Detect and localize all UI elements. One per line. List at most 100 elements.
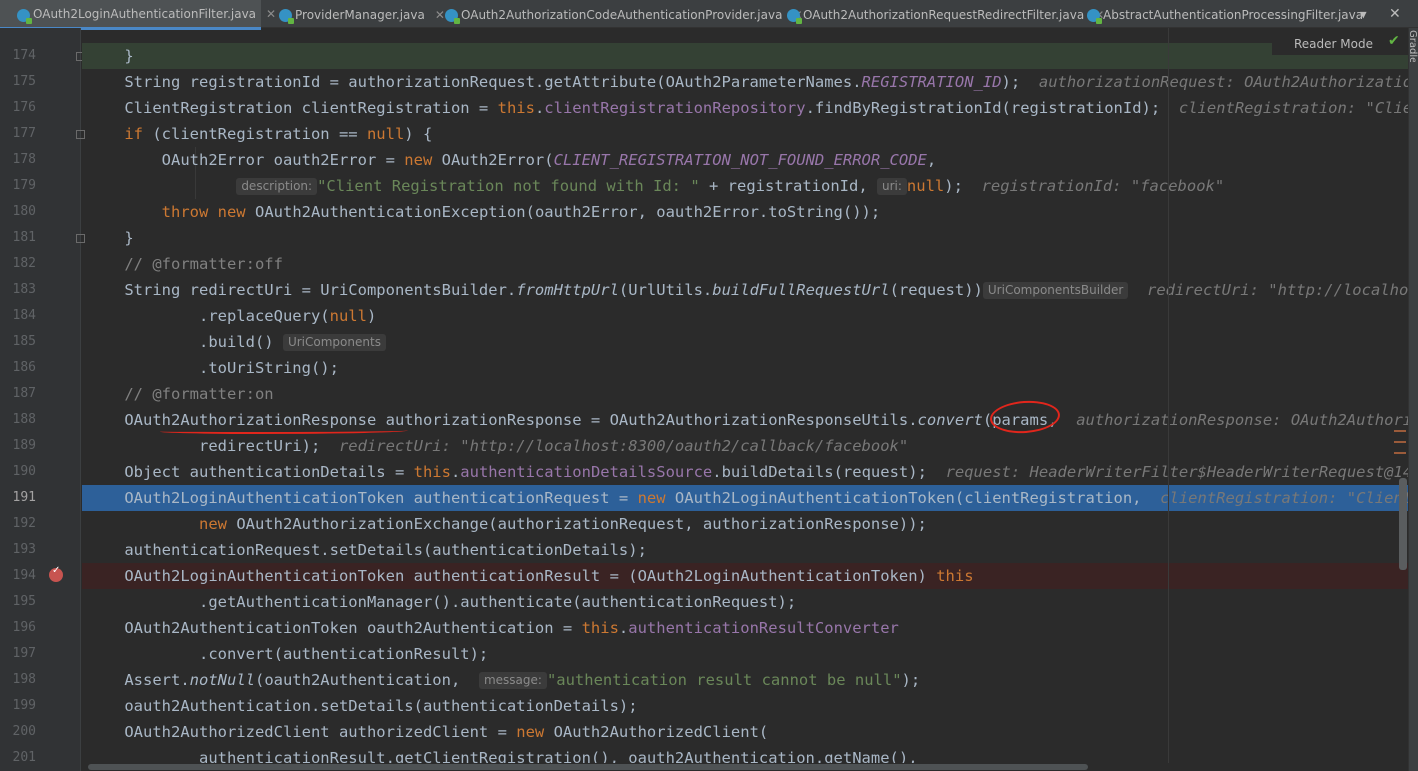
code-line-198[interactable]: Assert.notNull(oauth2Authentication, mes… — [87, 667, 920, 693]
gradle-tool-window-label[interactable]: Gradle — [1407, 30, 1418, 62]
stripe-mark[interactable] — [1394, 452, 1406, 454]
breakpoint-icon[interactable] — [49, 565, 63, 582]
code-token: (oauth2Authentication, — [254, 671, 479, 689]
code-token: // @formatter:off — [124, 255, 283, 273]
line-number[interactable]: 191 — [0, 485, 36, 511]
code-line-191[interactable]: OAuth2LoginAuthenticationToken authentic… — [87, 485, 1408, 511]
code-editor[interactable]: } String registrationId = authorizationR… — [82, 28, 1408, 771]
code-token: new — [637, 489, 666, 507]
code-line-182[interactable]: // @formatter:off — [87, 251, 283, 277]
code-line-183[interactable]: String redirectUri = UriComponentsBuilde… — [87, 277, 1408, 303]
code-line-176[interactable]: ClientRegistration clientRegistration = … — [87, 95, 1408, 121]
code-token: this — [413, 463, 451, 481]
line-number[interactable]: 192 — [0, 511, 36, 537]
code-line-195[interactable]: .getAuthenticationManager().authenticate… — [87, 589, 796, 615]
line-number[interactable]: 181 — [0, 225, 36, 251]
line-number[interactable]: 174 — [0, 43, 36, 69]
line-number[interactable]: 199 — [0, 693, 36, 719]
line-number[interactable]: 182 — [0, 251, 36, 277]
code-line-181[interactable]: } — [87, 225, 134, 251]
code-line-175[interactable]: String registrationId = authorizationReq… — [87, 69, 1408, 95]
line-number[interactable]: 183 — [0, 277, 36, 303]
editor-tab-bar: OAuth2LoginAuthenticationFilter.java ✕ P… — [0, 0, 1418, 30]
line-number[interactable]: 176 — [0, 95, 36, 121]
code-line-192[interactable]: new OAuth2AuthorizationExchange(authoriz… — [87, 511, 927, 537]
code-token: OAuth2AuthorizedClient( — [544, 723, 769, 741]
parameter-hint: message: — [478, 672, 547, 689]
line-number[interactable]: 185 — [0, 329, 36, 355]
line-number[interactable]: 190 — [0, 459, 36, 485]
code-token: .toUriString(); — [87, 359, 339, 377]
code-token: String redirectUri = UriComponentsBuilde… — [87, 281, 517, 299]
line-number[interactable]: 195 — [0, 589, 36, 615]
line-number[interactable]: 200 — [0, 719, 36, 745]
code-token: redirectUri); — [87, 437, 339, 455]
code-token: Object authenticationDetails = — [87, 463, 414, 481]
line-number[interactable]: 189 — [0, 433, 36, 459]
debug-inline-value: redirectUri: "http://localho — [1146, 281, 1408, 299]
line-number[interactable]: 184 — [0, 303, 36, 329]
java-class-icon — [787, 9, 802, 24]
line-number[interactable]: 194 — [0, 563, 36, 589]
code-token: authenticationRequest.setDetails(authent… — [87, 541, 647, 559]
line-number[interactable]: 196 — [0, 615, 36, 641]
code-line-185[interactable]: .build() UriComponents — [87, 329, 386, 355]
code-line-186[interactable]: .toUriString(); — [87, 355, 339, 381]
code-line-200[interactable]: OAuth2AuthorizedClient authorizedClient … — [87, 719, 768, 745]
reader-mode-button[interactable]: Reader Mode ✔ — [1272, 33, 1408, 55]
line-number[interactable]: 179 — [0, 173, 36, 199]
line-number[interactable]: 175 — [0, 69, 36, 95]
vertical-scrollbar-thumb[interactable] — [1399, 478, 1407, 570]
line-number[interactable]: 177 — [0, 121, 36, 147]
code-line-174[interactable]: } — [87, 43, 133, 69]
code-line-194[interactable]: OAuth2LoginAuthenticationToken authentic… — [87, 563, 973, 589]
line-number[interactable]: 197 — [0, 641, 36, 667]
tab-oauth2-authorization-code-authentication-provider[interactable]: OAuth2AuthorizationCodeAuthenticationPro… — [428, 0, 803, 30]
code-line-184[interactable]: .replaceQuery(null) — [87, 303, 376, 329]
horizontal-scrollbar-thumb[interactable] — [88, 764, 1088, 770]
code-token: fromHttpUrl — [516, 281, 619, 299]
stripe-mark[interactable] — [1394, 441, 1406, 443]
code-token: "authentication result cannot be null" — [546, 671, 902, 689]
line-number[interactable]: 193 — [0, 537, 36, 563]
code-token: "Client Registration not found with Id: … — [317, 177, 700, 195]
code-line-178[interactable]: OAuth2Error oauth2Error = new OAuth2Erro… — [87, 147, 937, 173]
line-number[interactable]: 188 — [0, 407, 36, 433]
line-number[interactable]: 187 — [0, 381, 36, 407]
line-number-gutter[interactable]: 174 175 176 177 178 179 180 181 182 183 184 185 186 1… — [0, 28, 85, 771]
code-line-193[interactable]: authenticationRequest.setDetails(authent… — [87, 537, 647, 563]
editor-row-187 — [82, 381, 1408, 407]
code-line-199[interactable]: oauth2Authentication.setDetails(authenti… — [87, 693, 637, 719]
code-line-190[interactable]: Object authenticationDetails = this.auth… — [87, 459, 1408, 485]
code-token: OAuth2LoginAuthenticationToken(clientReg… — [665, 489, 1161, 507]
line-number[interactable]: 201 — [0, 745, 36, 771]
line-number[interactable]: 180 — [0, 199, 36, 225]
right-tool-stripe — [1408, 28, 1418, 771]
tab-abstract-authentication-processing-filter[interactable]: AbstractAuthenticationProcessingFilter.j… — [1070, 0, 1363, 30]
code-line-189[interactable]: redirectUri); redirectUri: "http://local… — [87, 433, 908, 459]
code-token: this — [497, 99, 535, 117]
horizontal-scrollbar[interactable] — [82, 763, 1408, 771]
tab-oauth2-login-authentication-filter[interactable]: OAuth2LoginAuthenticationFilter.java ✕ — [0, 0, 276, 30]
line-number[interactable]: 178 — [0, 147, 36, 173]
java-class-icon — [17, 9, 32, 24]
code-line-197[interactable]: .convert(authenticationResult); — [87, 641, 488, 667]
code-token: .build() — [87, 333, 283, 351]
chevron-down-icon[interactable]: ▼ — [1360, 8, 1367, 21]
stripe-mark[interactable] — [1394, 430, 1406, 432]
code-token: (UrlUtils. — [618, 281, 713, 299]
code-token: clientRegistrationRepository — [544, 99, 806, 117]
code-line-187[interactable]: // @formatter:on — [87, 381, 273, 407]
code-line-196[interactable]: OAuth2AuthenticationToken oauth2Authenti… — [87, 615, 899, 641]
line-number[interactable]: 186 — [0, 355, 36, 381]
tab-provider-manager[interactable]: ProviderManager.java ✕ — [262, 0, 445, 30]
line-number[interactable]: 198 — [0, 667, 36, 693]
code-line-177[interactable]: if (clientRegistration == null) { — [87, 121, 432, 147]
tab-oauth2-authorization-request-redirect-filter[interactable]: OAuth2AuthorizationRequestRedirectFilter… — [770, 0, 1104, 30]
code-line-179[interactable]: description: "Client Registration not fou… — [87, 173, 1224, 199]
close-icon[interactable]: ✕ — [1389, 6, 1401, 22]
code-line-180[interactable]: throw new OAuth2AuthenticationException(… — [87, 199, 881, 225]
code-token: } — [87, 229, 134, 247]
